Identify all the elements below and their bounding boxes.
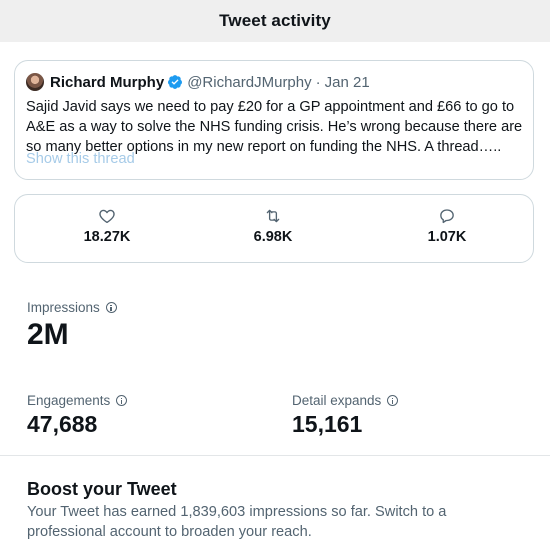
info-icon[interactable] [105,302,117,313]
boost-description: Your Tweet has earned 1,839,603 impressi… [27,504,447,540]
verified-badge-icon [168,75,183,89]
heart-icon [99,209,115,224]
page-header: Tweet activity [0,0,550,42]
avatar[interactable] [26,73,44,91]
tweet-card[interactable]: Richard Murphy @RichardJMurphy · Jan 21 … [14,60,534,180]
impressions-label: Impressions [27,300,117,315]
retweets-count: 6.98K [253,229,293,245]
impressions-value: 2M [27,318,69,351]
retweets-stat: 6.98K [233,207,313,245]
detail-expands-label: Detail expands [292,393,399,408]
section-divider [0,455,550,456]
replies-count: 1.07K [427,229,467,245]
tweet-text: Sajid Javid says we need to pay £20 for … [26,99,523,155]
likes-stat: 18.27K [67,207,147,245]
engagements-value: 47,688 [27,411,98,437]
author-name[interactable]: Richard Murphy [50,74,164,91]
engagements-label-text: Engagements [27,393,111,408]
tweet-author-row: Richard Murphy @RichardJMurphy · Jan 21 [26,72,370,92]
info-icon[interactable] [387,395,399,406]
detail-expands-value: 15,161 [292,411,363,437]
reply-icon [440,209,454,224]
info-icon[interactable] [116,395,128,406]
likes-count: 18.27K [83,229,131,245]
page-title: Tweet activity [219,11,331,30]
separator-dot: · [315,73,321,91]
impressions-label-text: Impressions [27,300,100,315]
boost-title: Boost your Tweet [27,479,177,499]
engagements-label: Engagements [27,393,128,408]
replies-stat: 1.07K [407,207,487,245]
engagement-card: 18.27K 6.98K 1.07K [14,194,534,263]
retweet-icon [266,209,280,223]
show-thread-link[interactable]: Show this thread [26,151,135,167]
author-handle[interactable]: @RichardJMurphy [187,74,311,91]
detail-expands-label-text: Detail expands [292,393,382,408]
tweet-date[interactable]: Jan 21 [325,74,370,91]
